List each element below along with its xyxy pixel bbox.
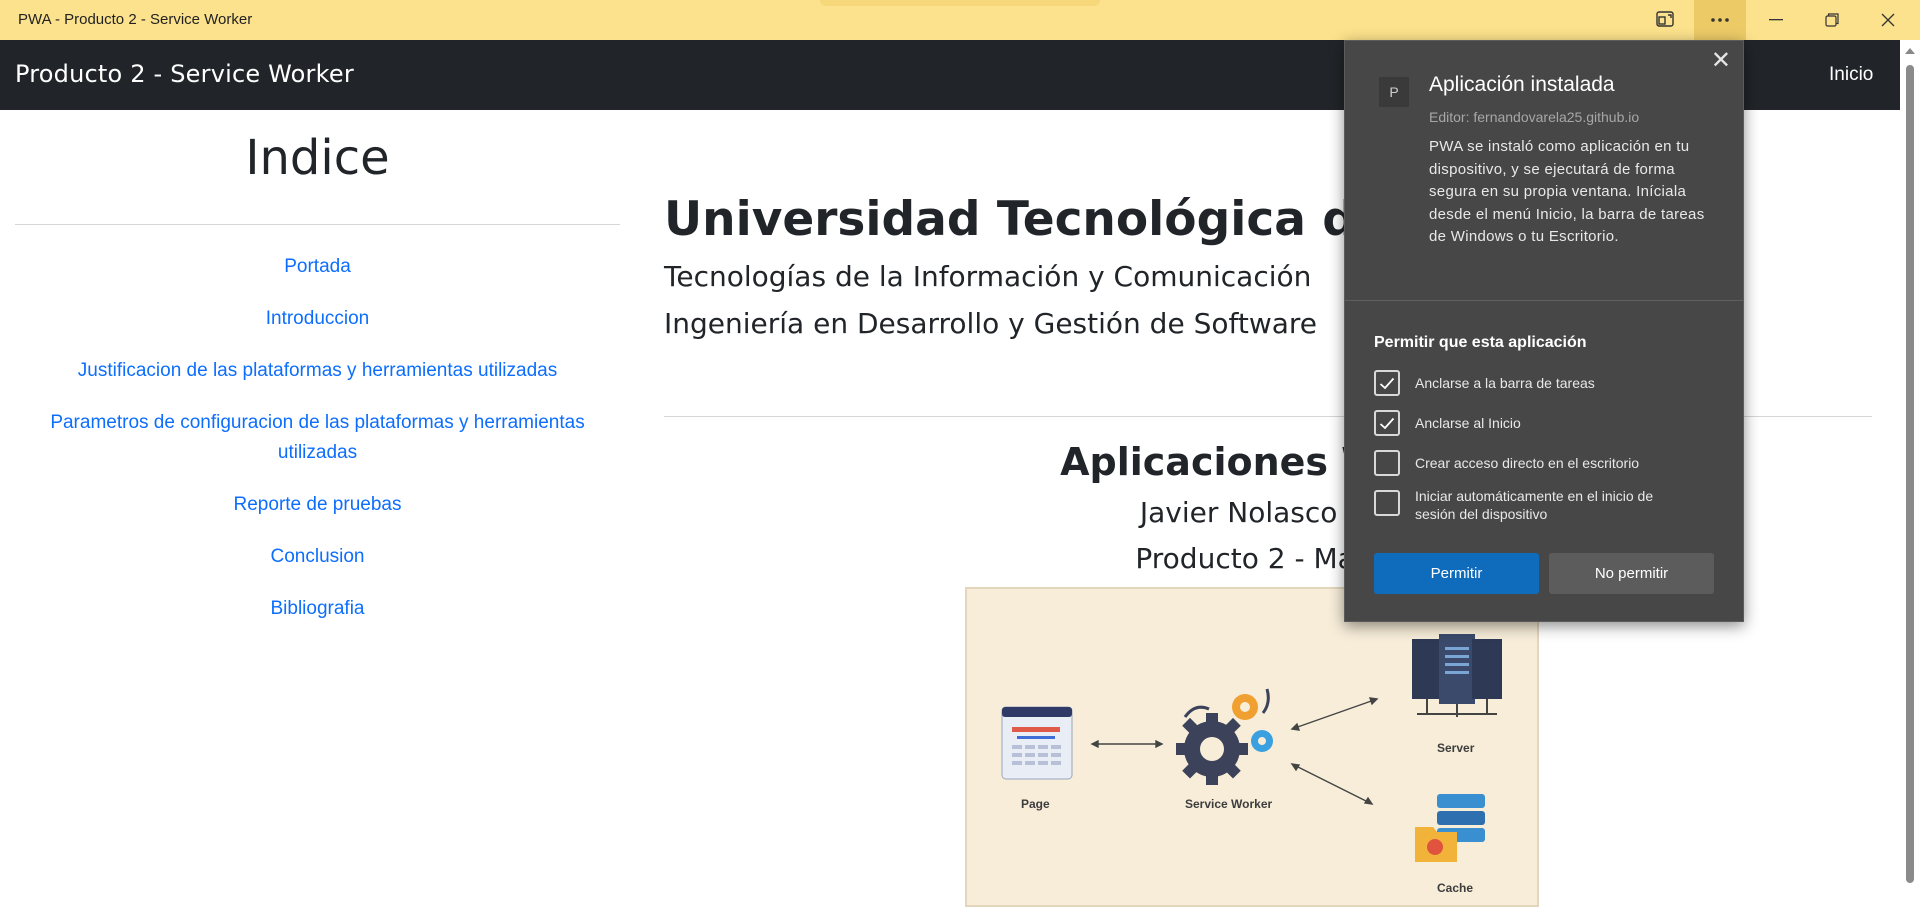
scroll-up-icon[interactable] bbox=[1905, 48, 1915, 54]
index-link-parametros[interactable]: Parametros de configuracion de las plata… bbox=[15, 408, 620, 468]
page-icon bbox=[1001, 706, 1073, 780]
server-icon bbox=[1412, 634, 1502, 717]
diagram-label-cache: Cache bbox=[1437, 881, 1474, 895]
deny-button[interactable]: No permitir bbox=[1549, 553, 1714, 594]
app-icon: P bbox=[1379, 77, 1409, 107]
option-pin-taskbar[interactable]: Anclarse a la barra de tareas bbox=[1374, 370, 1665, 396]
division-title: Tecnologías de la Información y Comunica… bbox=[664, 260, 1312, 293]
restore-icon[interactable] bbox=[1806, 0, 1858, 40]
diagram-label-server: Server bbox=[1437, 741, 1475, 755]
app-available-icon[interactable] bbox=[1640, 0, 1692, 40]
option-pin-start[interactable]: Anclarse al Inicio bbox=[1374, 410, 1665, 436]
scrollbar-thumb[interactable] bbox=[1906, 65, 1914, 883]
index-link-conclusion[interactable]: Conclusion bbox=[15, 542, 620, 572]
pin-taskbar-label: Anclarse a la barra de tareas bbox=[1415, 375, 1595, 391]
navbar-brand[interactable]: Producto 2 - Service Worker bbox=[15, 60, 354, 88]
index-link-bibliografia[interactable]: Bibliografia bbox=[15, 594, 620, 624]
app-installed-popup: ✕ P Aplicación instalada Editor: fernand… bbox=[1344, 40, 1744, 622]
title-bar-notch bbox=[820, 0, 1100, 6]
index-link-justificacion[interactable]: Justificacion de las plataformas y herra… bbox=[15, 356, 620, 386]
cache-icon bbox=[1415, 794, 1485, 862]
career-title: Ingeniería en Desarrollo y Gestión de So… bbox=[664, 307, 1317, 340]
desktop-shortcut-checkbox[interactable] bbox=[1374, 450, 1400, 476]
sidebar-heading: Indice bbox=[245, 130, 390, 186]
close-window-icon[interactable] bbox=[1862, 0, 1914, 40]
desktop-shortcut-label: Crear acceso directo en el escritorio bbox=[1415, 455, 1640, 471]
window-title: PWA - Producto 2 - Service Worker bbox=[18, 11, 253, 28]
page-scrollbar[interactable] bbox=[1900, 40, 1920, 923]
option-auto-start[interactable]: Iniciar automáticamente en el inicio de … bbox=[1374, 488, 1665, 523]
diagram-label-page: Page bbox=[1021, 797, 1050, 811]
permissions-heading: Permitir que esta aplicación bbox=[1374, 334, 1587, 351]
popup-editor: Editor: fernandovarela25.github.io bbox=[1429, 109, 1640, 125]
minimize-icon[interactable] bbox=[1750, 0, 1802, 40]
auto-start-label: Iniciar automáticamente en el inicio de … bbox=[1415, 488, 1654, 522]
more-options-icon[interactable] bbox=[1694, 0, 1746, 40]
service-worker-diagram: Page Service Worker Server Cache bbox=[965, 587, 1539, 907]
sidebar-divider bbox=[15, 224, 620, 225]
index-link-portada[interactable]: Portada bbox=[15, 252, 620, 282]
index-link-reporte[interactable]: Reporte de pruebas bbox=[15, 490, 620, 520]
popup-title: Aplicación instalada bbox=[1429, 73, 1615, 96]
popup-divider bbox=[1345, 300, 1743, 301]
index-link-introduccion[interactable]: Introduccion bbox=[15, 304, 620, 334]
pin-taskbar-checkbox[interactable] bbox=[1374, 370, 1400, 396]
window-title-bar: PWA - Producto 2 - Service Worker bbox=[0, 0, 1920, 40]
popup-description: PWA se instaló como aplicación en tu dis… bbox=[1429, 138, 1705, 245]
nav-link-inicio[interactable]: Inicio bbox=[1829, 64, 1873, 86]
diagram-label-service-worker: Service Worker bbox=[1185, 797, 1273, 811]
popup-close-icon[interactable]: ✕ bbox=[1711, 49, 1731, 73]
service-worker-gear-icon bbox=[1176, 688, 1273, 785]
pin-start-checkbox[interactable] bbox=[1374, 410, 1400, 436]
option-desktop-shortcut[interactable]: Crear acceso directo en el escritorio bbox=[1374, 450, 1665, 476]
allow-button[interactable]: Permitir bbox=[1374, 553, 1539, 594]
auto-start-checkbox[interactable] bbox=[1374, 490, 1400, 516]
pin-start-label: Anclarse al Inicio bbox=[1415, 415, 1521, 431]
